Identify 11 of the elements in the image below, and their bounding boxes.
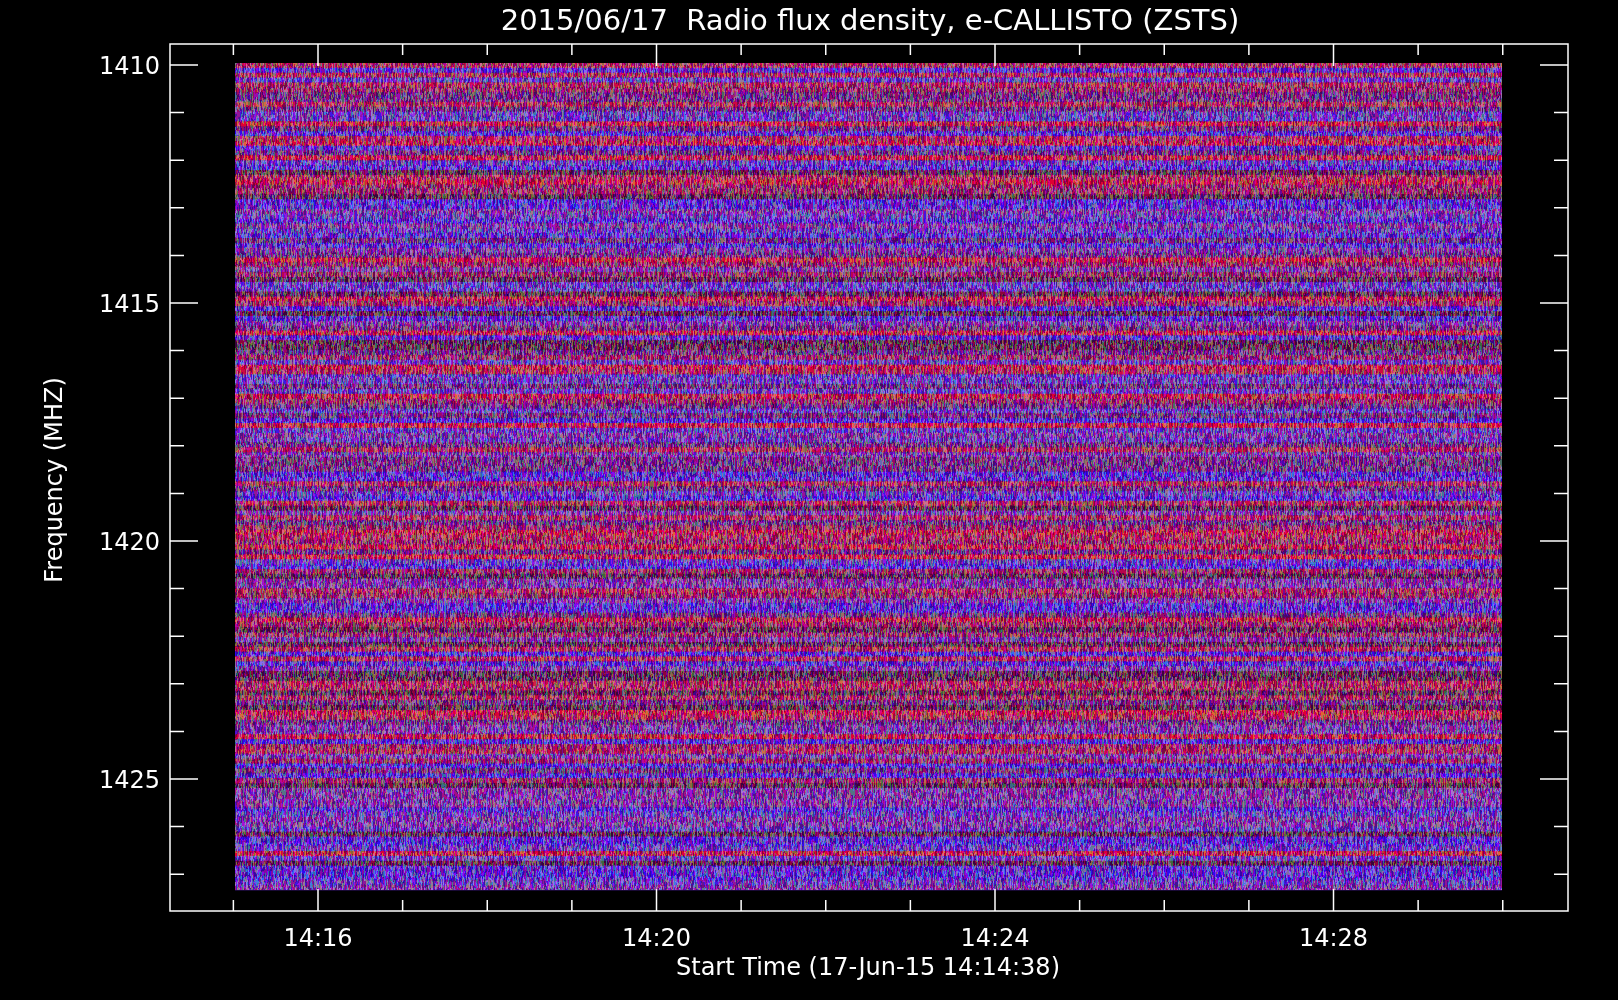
x-tick-label: 14:16 — [283, 924, 353, 952]
plot-title: 2015/06/17 Radio flux density, e-CALLISTO (ZSTS) — [500, 3, 1240, 37]
x-tick-label: 14:28 — [1298, 924, 1369, 952]
x-tick-label: 14:24 — [960, 924, 1030, 952]
x-axis-label: Start Time (17-Jun-15 14:14:38) — [676, 953, 1060, 981]
y-tick-label: 1410 — [98, 52, 160, 80]
y-tick-label: 1420 — [98, 528, 160, 556]
y-tick-label: 1425 — [98, 766, 160, 794]
y-tick-label: 1415 — [98, 290, 160, 318]
x-tick-label: 14:20 — [621, 924, 692, 952]
y-axis-label: Frequency (MHZ) — [40, 377, 68, 583]
